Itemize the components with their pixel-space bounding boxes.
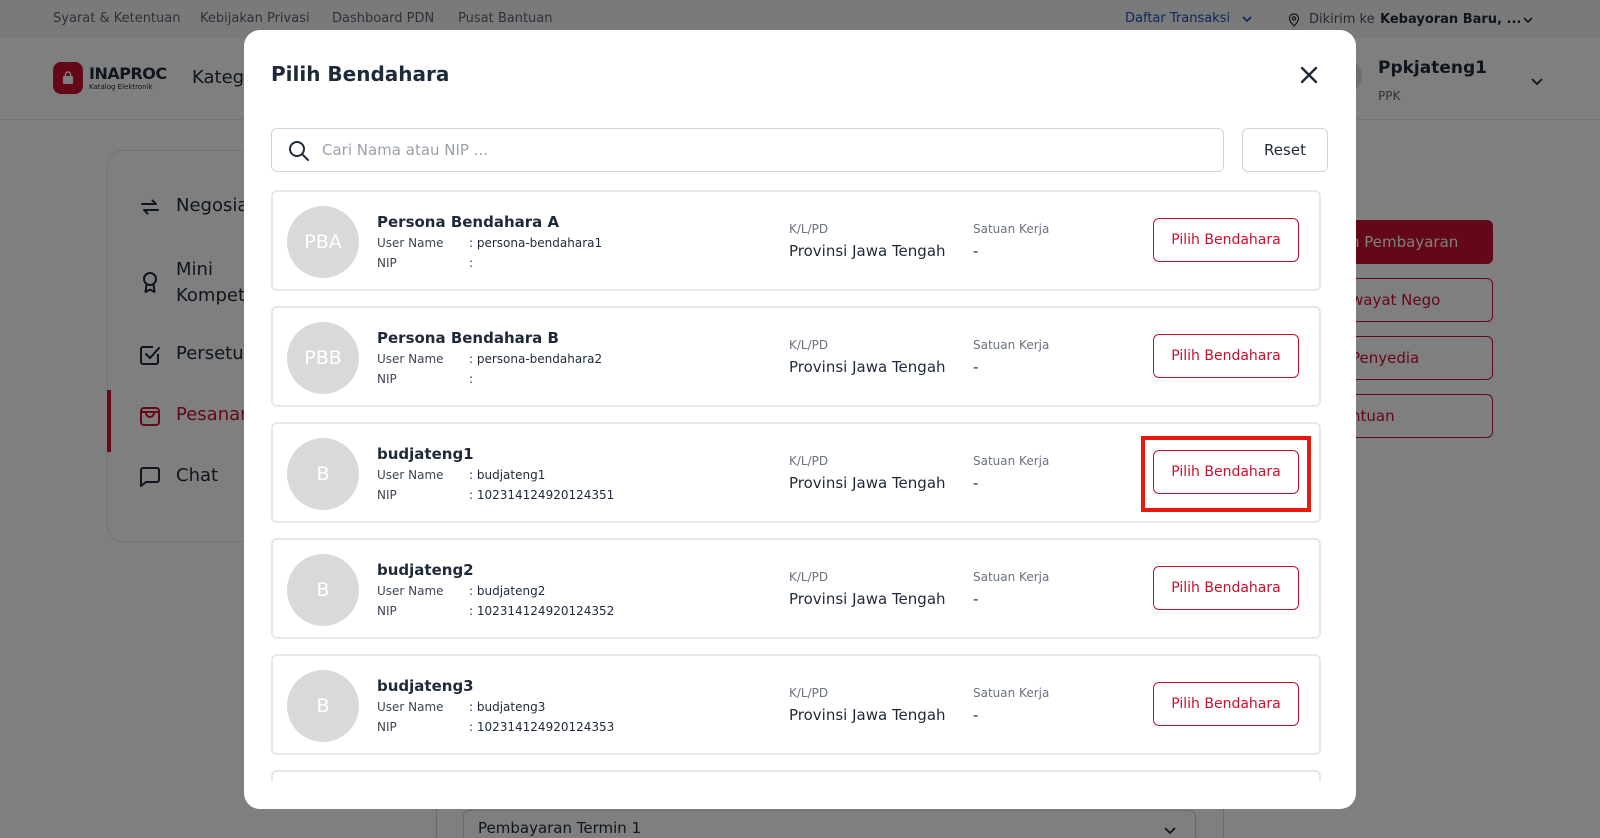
person-name: budjateng2 [377,561,474,579]
list-item: B budjateng3 User Name : budjateng3 NIP … [271,654,1321,755]
kl-label: K/L/PD [789,222,829,236]
kl-label: K/L/PD [789,570,829,584]
satuan-kerja-value: - [973,474,979,492]
satuan-kerja-value: - [973,590,979,608]
modal-title: Pilih Bendahara [271,62,450,86]
person-name: Persona Bendahara A [377,213,560,231]
pilih-bendahara-button[interactable]: Pilih Bendahara [1153,334,1299,378]
list-item: B budjateng1 User Name : budjateng1 NIP … [271,422,1321,523]
kl-label: K/L/PD [789,338,829,352]
search-icon [289,141,309,161]
username-label: User Name [377,700,444,714]
person-name: budjateng1 [377,445,474,463]
nip-value: : [469,256,474,270]
pilih-bendahara-button[interactable]: Pilih Bendahara [1153,682,1299,726]
nip-label: NIP [377,488,397,502]
list-item [271,770,1321,782]
close-icon[interactable] [1297,63,1321,87]
search-field[interactable] [271,128,1224,172]
nip-label: NIP [377,256,397,270]
username-value: : persona-bendahara2 [469,352,603,366]
username-value: : budjateng1 [469,468,546,482]
satuan-kerja-value: - [973,242,979,260]
nip-value: : 102314124920124352 [469,604,615,618]
username-value: : budjateng3 [469,700,546,714]
nip-value: : [469,372,474,386]
username-label: User Name [377,584,444,598]
avatar: PBA [287,206,359,278]
kl-label: K/L/PD [789,454,829,468]
nip-label: NIP [377,604,397,618]
pilih-bendahara-modal: Pilih Bendahara Reset PBA Persona Bendah… [244,30,1356,809]
username-label: User Name [377,352,444,366]
username-value: : persona-bendahara1 [469,236,603,250]
reset-button[interactable]: Reset [1242,128,1328,172]
satuan-kerja-label: Satuan Kerja [973,338,1050,352]
username-label: User Name [377,468,444,482]
kl-value: Provinsi Jawa Tengah [789,242,946,260]
bendahara-list[interactable]: PBA Persona Bendahara A User Name : pers… [271,190,1321,782]
kl-value: Provinsi Jawa Tengah [789,474,946,492]
nip-label: NIP [377,720,397,734]
nip-value: : 102314124920124353 [469,720,615,734]
satuan-kerja-label: Satuan Kerja [973,454,1050,468]
pilih-bendahara-button[interactable]: Pilih Bendahara [1153,218,1299,262]
pilih-bendahara-button[interactable]: Pilih Bendahara [1153,450,1299,494]
username-label: User Name [377,236,444,250]
satuan-kerja-label: Satuan Kerja [973,686,1050,700]
kl-value: Provinsi Jawa Tengah [789,358,946,376]
kl-label: K/L/PD [789,686,829,700]
pilih-bendahara-button[interactable]: Pilih Bendahara [1153,566,1299,610]
nip-value: : 102314124920124351 [469,488,615,502]
kl-value: Provinsi Jawa Tengah [789,706,946,724]
satuan-kerja-value: - [973,358,979,376]
username-value: : budjateng2 [469,584,546,598]
satuan-kerja-label: Satuan Kerja [973,570,1050,584]
kl-value: Provinsi Jawa Tengah [789,590,946,608]
satuan-kerja-label: Satuan Kerja [973,222,1050,236]
person-name: budjateng3 [377,677,474,695]
nip-label: NIP [377,372,397,386]
list-item: B budjateng2 User Name : budjateng2 NIP … [271,538,1321,639]
list-item: PBA Persona Bendahara A User Name : pers… [271,190,1321,291]
avatar: B [287,554,359,626]
avatar: PBB [287,322,359,394]
avatar: B [287,438,359,510]
list-item: PBB Persona Bendahara B User Name : pers… [271,306,1321,407]
search-input[interactable] [322,135,1202,165]
person-name: Persona Bendahara B [377,329,559,347]
satuan-kerja-value: - [973,706,979,724]
avatar: B [287,670,359,742]
